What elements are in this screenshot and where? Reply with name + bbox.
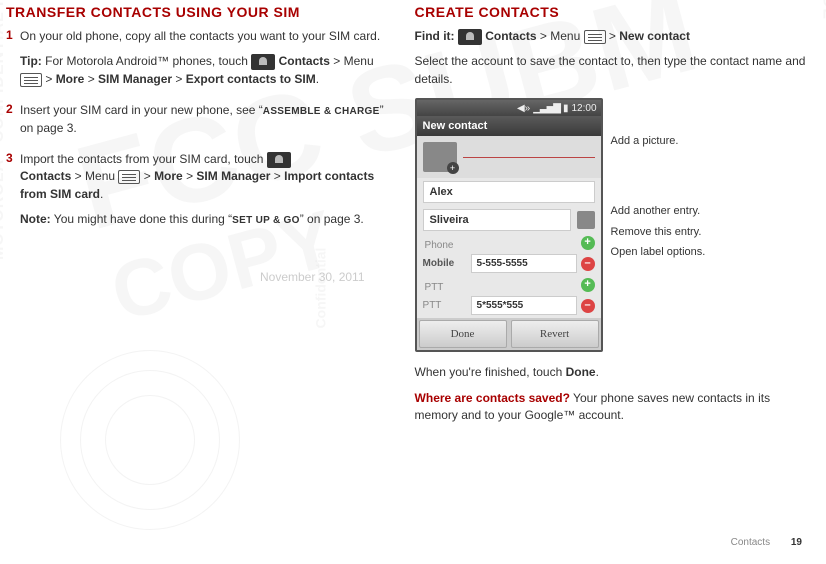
contacts-label: Contacts (20, 169, 71, 183)
note-label: Note: (20, 212, 51, 226)
step3-note: Note: You might have done this during “S… (20, 211, 385, 229)
gt: > (42, 72, 56, 86)
menu-text: > Menu (537, 29, 584, 43)
findit-label: Find it: (415, 29, 455, 43)
contacts-icon (458, 29, 482, 45)
callout-leader (463, 157, 595, 158)
callouts: Add a picture. Add another entry. Remove… (611, 98, 706, 279)
gt: > (183, 169, 197, 183)
step-number: 1 (6, 28, 20, 96)
callout-remove-entry: Remove this entry. (611, 225, 706, 239)
assemble-charge-ref: ASSEMBLE & CHARGE (263, 106, 380, 117)
status-bar: ◀» ▁▃▅▇ ▮ 12:00 (417, 100, 601, 116)
page-footer: Contacts 19 (731, 537, 802, 548)
note-a: You might have done this during “ (51, 212, 232, 226)
gt: > (84, 72, 98, 86)
gt: > (172, 72, 186, 86)
expand-name-chevron-icon[interactable] (577, 211, 595, 229)
step3-a: Import the contacts from your SIM card, … (20, 152, 267, 166)
menu-text: > Menu (71, 169, 118, 183)
saved-question: Where are contacts saved? (415, 391, 570, 405)
menu-icon (20, 73, 42, 87)
finished-a: When you're finished, touch (415, 365, 566, 379)
tip-label: Tip: (20, 54, 42, 68)
tip-text-a: For Motorola Android™ phones, touch (42, 54, 251, 68)
step1-text: On your old phone, copy all the contacts… (20, 28, 385, 45)
footer-page-number: 19 (791, 537, 802, 548)
step1-tip: Tip: For Motorola Android™ phones, touch… (20, 53, 385, 88)
intro-text: Select the account to save the contact t… (415, 53, 812, 88)
findit-line: Find it: Contacts > Menu > New contact (415, 28, 812, 45)
ptt-section-label: PTT (417, 276, 452, 293)
heading-transfer: TRANSFER CONTACTS USING YOUR SIM (6, 4, 385, 20)
more-label: More (154, 169, 183, 183)
ptt-label[interactable]: PTT (423, 300, 467, 311)
contacts-icon (251, 54, 275, 70)
revert-button[interactable]: Revert (511, 320, 599, 348)
menu-icon (118, 170, 140, 184)
sim-manager-label: SIM Manager (98, 72, 172, 86)
export-label: Export contacts to SIM (186, 72, 316, 86)
finished-text: When you're finished, touch Done. (415, 364, 812, 381)
callout-label-options: Open label options. (611, 245, 706, 259)
phone-mockup: ◀» ▁▃▅▇ ▮ 12:00 New contact Alex Sliveir… (415, 98, 603, 352)
mobile-value[interactable]: 5-555-5555 (471, 254, 577, 273)
add-phone-icon[interactable]: + (581, 236, 595, 250)
gt: > (270, 169, 284, 183)
mobile-label[interactable]: Mobile (423, 258, 467, 269)
step2-a: Insert your SIM card in your new phone, … (20, 103, 263, 117)
step2-text: Insert your SIM card in your new phone, … (20, 102, 385, 137)
callout-add-entry: Add another entry. (611, 204, 706, 218)
step-number: 3 (6, 151, 20, 237)
gt: > (140, 169, 154, 183)
more-label: More (56, 72, 85, 86)
add-ptt-icon[interactable]: + (581, 278, 595, 292)
sim-manager-label: SIM Manager (196, 169, 270, 183)
contacts-label: Contacts (482, 29, 537, 43)
screen-title: New contact (417, 116, 601, 136)
last-name-field[interactable]: Sliveira (423, 209, 571, 231)
add-picture-button[interactable] (423, 142, 457, 172)
note-b: ” on page 3. (300, 212, 364, 226)
contacts-icon (267, 152, 291, 168)
clock: 12:00 (572, 103, 597, 114)
done-button[interactable]: Done (419, 320, 507, 348)
new-contact-label: New contact (619, 29, 690, 43)
callout-add-picture: Add a picture. (611, 134, 706, 148)
volume-icon: ◀» (517, 103, 530, 114)
menu-icon (584, 30, 606, 44)
saved-text: Where are contacts saved? Your phone sav… (415, 390, 812, 425)
gt: > Menu (330, 54, 374, 68)
ptt-value[interactable]: 5*555*555 (471, 296, 577, 315)
contacts-label: Contacts (275, 54, 330, 68)
battery-icon: ▮ (563, 103, 569, 114)
step-number: 2 (6, 102, 20, 145)
footer-section: Contacts (731, 537, 770, 548)
finished-b: . (596, 365, 599, 379)
remove-phone-icon[interactable]: – (581, 257, 595, 271)
step3-text: Import the contacts from your SIM card, … (20, 151, 385, 203)
heading-create: CREATE CONTACTS (415, 4, 812, 20)
signal-icon: ▁▃▅▇ (533, 103, 560, 114)
setup-go-ref: SET UP & GO (232, 215, 300, 226)
first-name-field[interactable]: Alex (423, 181, 595, 203)
phone-section-label: Phone (417, 234, 462, 251)
done-label: Done (566, 365, 596, 379)
gt: > (606, 29, 620, 43)
remove-ptt-icon[interactable]: – (581, 299, 595, 313)
